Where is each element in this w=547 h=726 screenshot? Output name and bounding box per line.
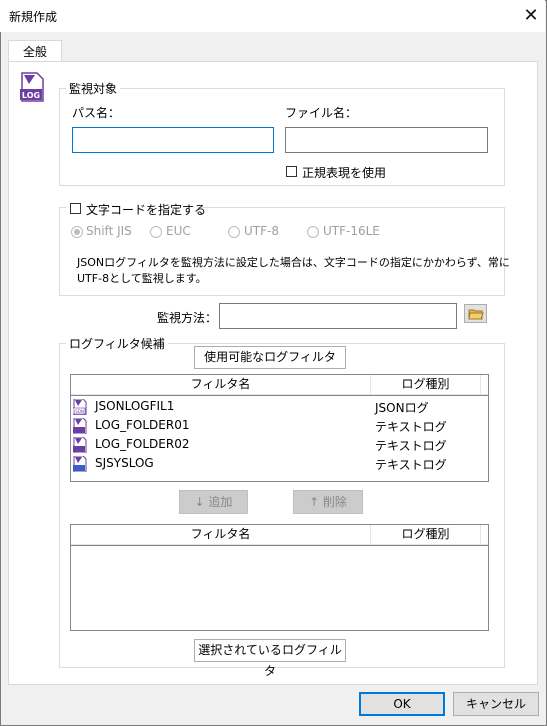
radio-utf16le-label: UTF-16LE	[323, 224, 380, 238]
filter-name: LOG_FOLDER01	[95, 418, 190, 432]
file-input[interactable]	[285, 127, 488, 153]
method-input[interactable]	[219, 303, 457, 329]
charset-note-line2: UTF-8として監視します。	[77, 272, 207, 285]
list-header: フィルタ名 ログ種別	[71, 375, 488, 395]
header-divider	[71, 545, 488, 546]
svg-text:LOG: LOG	[22, 91, 40, 100]
window-title: 新規作成	[9, 10, 58, 24]
filter-type: テキストログ	[375, 458, 447, 472]
log-filter-title: ログフィルタ候補	[66, 335, 168, 352]
remove-button[interactable]: ↑ 削除	[293, 490, 363, 514]
col-log-type[interactable]: ログ種別	[371, 525, 481, 544]
path-label: パス名：	[72, 106, 121, 120]
json-log-icon: JSON	[73, 399, 87, 415]
close-icon[interactable]: ✕	[518, 3, 544, 29]
list-item[interactable]: LOG_FOLDER01 テキストログ	[73, 416, 483, 435]
regex-checkbox[interactable]	[286, 166, 297, 177]
cancel-button[interactable]: キャンセル	[453, 692, 539, 716]
tab-selected-filters[interactable]: 選択されているログフィルタ	[194, 639, 346, 678]
regex-label: 正規表現を使用	[302, 166, 387, 180]
tab-available-filters[interactable]: 使用可能なログフィルタ	[194, 346, 346, 369]
filter-type: テキストログ	[375, 439, 447, 453]
col-filter-name[interactable]: フィルタ名	[71, 525, 371, 544]
radio-utf16le[interactable]	[307, 226, 319, 238]
monitor-target-title: 監視対象	[66, 80, 121, 97]
charset-note-line1: JSONログフィルタを監視方法に設定した場合は、文字コードの指定にかかわらず、常…	[77, 256, 510, 269]
svg-text:JSON: JSON	[73, 409, 84, 414]
method-label: 監視方法：	[157, 311, 218, 325]
add-button[interactable]: ↓ 追加	[179, 490, 248, 514]
list-item[interactable]: JSON JSONLOGFIL1 JSONログ	[73, 397, 483, 416]
filter-name: JSONLOGFIL1	[95, 399, 175, 413]
radio-euc-label: EUC	[166, 224, 191, 238]
path-input[interactable]	[72, 127, 274, 153]
log-file-icon: LOG	[20, 72, 44, 102]
filter-name: LOG_FOLDER02	[95, 437, 190, 451]
radio-shift-jis[interactable]	[71, 226, 83, 238]
available-filter-list: フィルタ名 ログ種別 JSON JSONLOGFIL1 JSONログ LOG_F…	[70, 374, 489, 482]
header-divider	[71, 395, 488, 396]
list-item[interactable]: LOG_FOLDER02 テキストログ	[73, 435, 483, 454]
log-icon	[73, 437, 87, 453]
list-item[interactable]: SJSYSLOG テキストログ	[73, 454, 483, 473]
radio-utf8[interactable]	[228, 226, 240, 238]
tab-general[interactable]: 全般	[8, 40, 62, 63]
charset-checkbox-label: 文字コードを指定する	[86, 203, 207, 217]
filter-type: テキストログ	[375, 420, 447, 434]
title-bar[interactable]	[0, 0, 545, 32]
charset-checkbox[interactable]	[70, 203, 81, 214]
file-label: ファイル名：	[285, 106, 358, 120]
browse-button[interactable]	[464, 304, 487, 323]
col-filter-name[interactable]: フィルタ名	[71, 375, 371, 394]
list-header: フィルタ名 ログ種別	[71, 525, 488, 545]
radio-euc[interactable]	[150, 226, 162, 238]
log-icon	[73, 418, 87, 434]
filter-name: SJSYSLOG	[95, 456, 154, 470]
folder-icon	[468, 309, 484, 320]
selected-filter-list: フィルタ名 ログ種別	[70, 524, 489, 631]
radio-utf8-label: UTF-8	[244, 224, 279, 238]
filter-type: JSONログ	[375, 401, 429, 415]
syslog-icon	[73, 456, 87, 472]
ok-button[interactable]: OK	[359, 692, 445, 716]
col-log-type[interactable]: ログ種別	[371, 375, 481, 394]
radio-shift-jis-label: Shift JIS	[86, 224, 132, 238]
